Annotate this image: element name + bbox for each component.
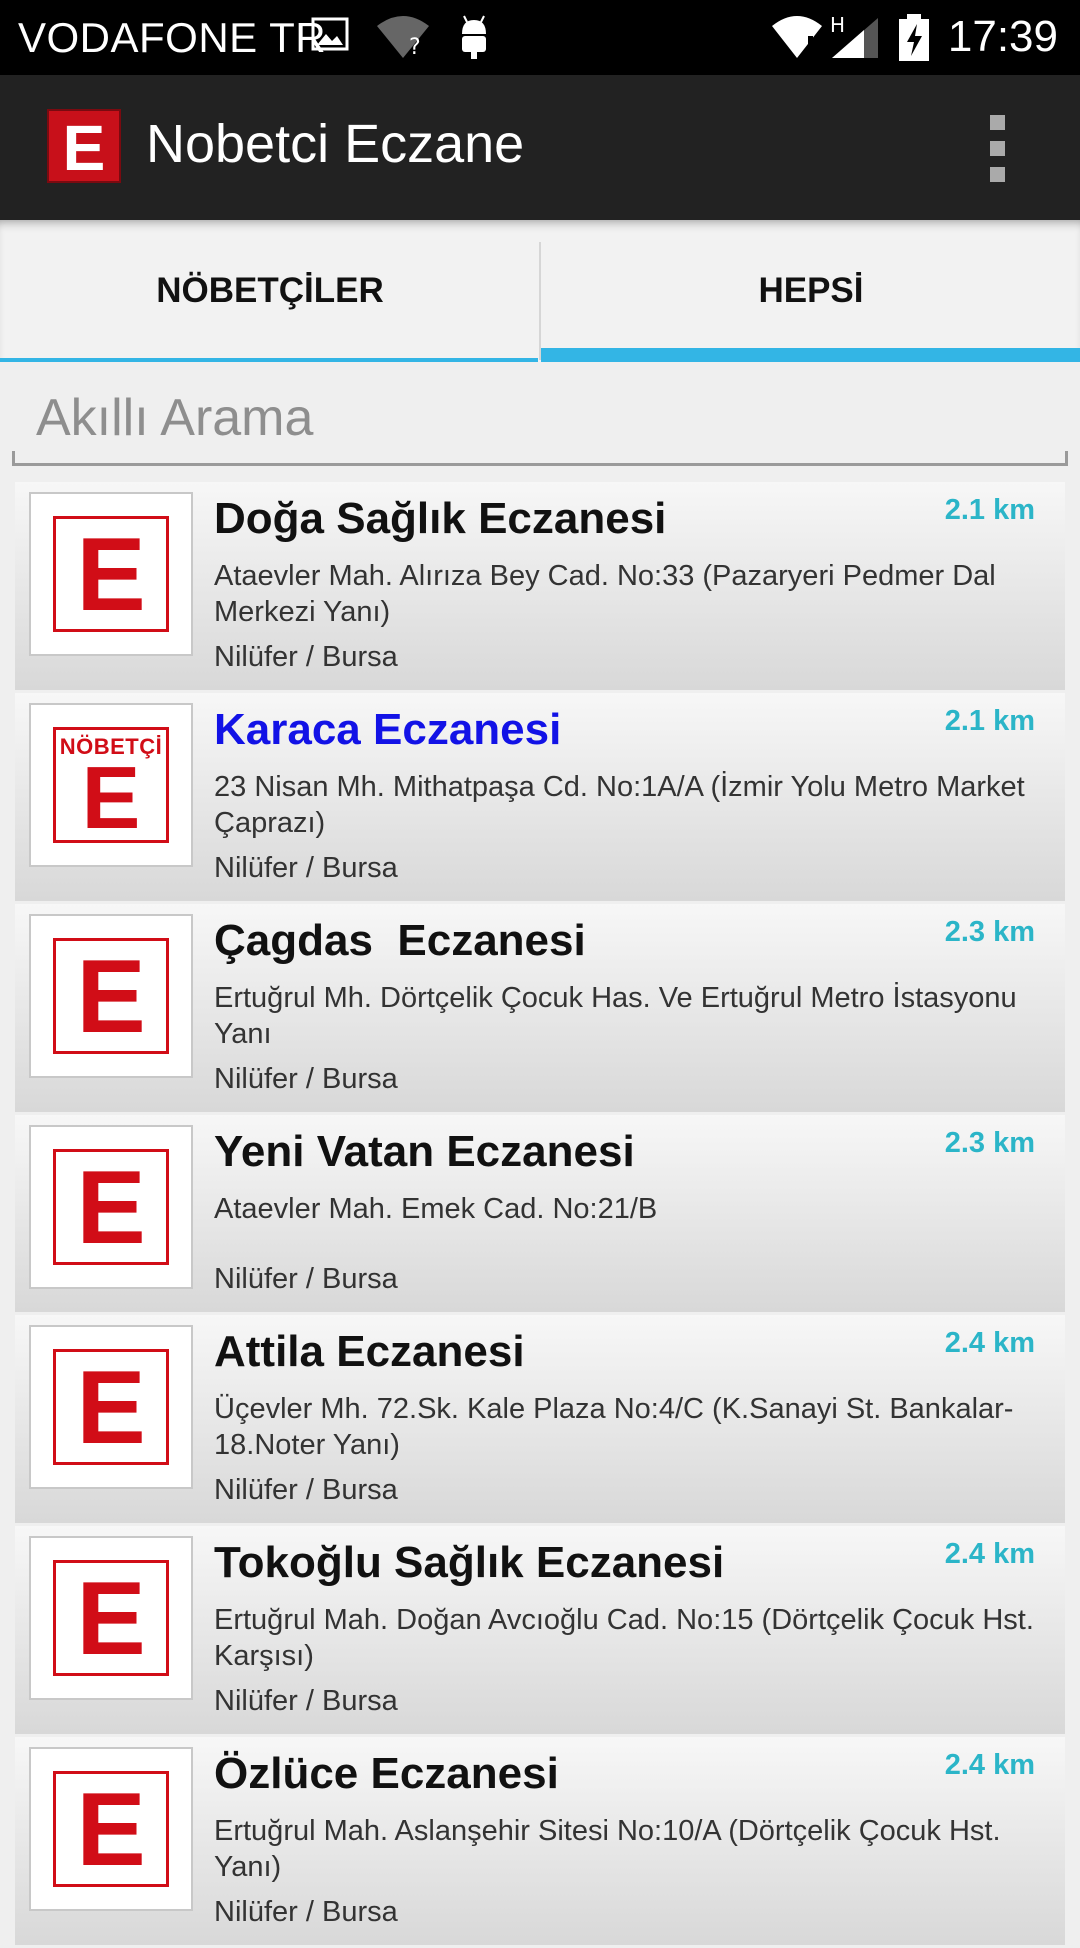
pharmacy-city: Nilüfer / Bursa [214,1263,398,1295]
distance-label: 2.4 km [944,1538,1035,1570]
image-icon [310,14,350,59]
pharmacy-name: Attila Eczanesi [214,1327,525,1376]
pharmacy-address: Ertuğrul Mah. Doğan Avcıoğlu Cad. No:15 … [214,1604,1034,1672]
pharmacy-city: Nilüfer / Bursa [214,852,398,884]
pharmacy-city: Nilüfer / Bursa [214,1685,398,1717]
on-duty-pharmacy-logo-icon: NÖBETÇİ E [29,703,193,867]
tab-selected-indicator [541,348,1080,362]
pharmacy-list: E Doğa Sağlık Eczanesi 2.1 km Ataevler M… [15,482,1065,1948]
pharmacy-logo-icon: E [29,1125,193,1289]
status-bar: VODAFONE TR ? H 17:39 [0,0,1080,75]
list-item[interactable]: E Çagdas Eczanesi 2.3 km Ertuğrul Mh. Dö… [15,904,1065,1112]
svg-text:H: H [830,14,845,37]
tab-bar: NÖBETÇİLER HEPSİ [0,220,1080,362]
pharmacy-name: Tokoğlu Sağlık Eczanesi [214,1538,725,1587]
list-item[interactable]: NÖBETÇİ E Karaca Eczanesi 2.1 km 23 Nisa… [15,693,1065,901]
pharmacy-logo-icon: E [29,492,193,656]
distance-label: 2.3 km [944,916,1035,948]
app-logo[interactable]: E [47,109,121,184]
pharmacy-city: Nilüfer / Bursa [214,1896,398,1928]
signal-icon: H [828,13,890,65]
list-item[interactable]: E Doğa Sağlık Eczanesi 2.1 km Ataevler M… [15,482,1065,690]
tab-nobetciler[interactable]: NÖBETÇİLER [0,220,540,362]
pharmacy-name: Yeni Vatan Eczanesi [214,1127,635,1176]
pharmacy-name: Doğa Sağlık Eczanesi [214,494,667,543]
battery-charging-icon [898,14,930,67]
android-icon [454,14,494,65]
on-duty-label: NÖBETÇİ [59,734,163,759]
pharmacy-name: Özlüce Eczanesi [214,1749,559,1798]
list-item[interactable]: E Yeni Vatan Eczanesi 2.3 km Ataevler Ma… [15,1115,1065,1312]
distance-label: 2.3 km [944,1127,1035,1159]
tab-hepsi[interactable]: HEPSİ [541,220,1080,362]
overflow-menu-icon[interactable] [982,115,1012,185]
search-bar [12,378,1068,466]
pharmacy-address: 23 Nisan Mh. Mithatpaşa Cd. No:1A/A (İzm… [214,771,1025,839]
pharmacy-city: Nilüfer / Bursa [214,1474,398,1506]
distance-label: 2.1 km [944,494,1035,526]
carrier-name: VODAFONE TR [18,14,327,61]
pharmacy-name: Karaca Eczanesi [214,705,562,754]
pharmacy-logo-icon: E [29,1325,193,1489]
pharmacy-city: Nilüfer / Bursa [214,641,398,673]
svg-text:?: ? [409,35,421,60]
distance-label: 2.1 km [944,705,1035,737]
app-title: Nobetci Eczane [146,114,525,174]
pharmacy-city: Nilüfer / Bursa [214,1063,398,1095]
pharmacy-address: Ataevler Mah. Alırıza Bey Cad. No:33 (Pa… [214,560,996,628]
wifi-unknown-icon: ? [375,14,431,65]
distance-label: 2.4 km [944,1327,1035,1359]
list-item[interactable]: E Attila Eczanesi 2.4 km Üçevler Mh. 72.… [15,1315,1065,1523]
pharmacy-address: Ertuğrul Mh. Dörtçelik Çocuk Has. Ve Ert… [214,982,1017,1050]
search-underline-tick [12,451,15,463]
pharmacy-logo-icon: E [29,914,193,1078]
pharmacy-address: Üçevler Mh. 72.Sk. Kale Plaza No:4/C (K.… [214,1393,1014,1461]
list-item[interactable]: E Tokoğlu Sağlık Eczanesi 2.4 km Ertuğru… [15,1526,1065,1734]
pharmacy-name: Çagdas Eczanesi [214,916,586,965]
clock: 17:39 [947,12,1058,61]
search-input[interactable] [12,378,1036,458]
pharmacy-address: Ertuğrul Mah. Aslanşehir Sitesi No:10/A … [214,1815,1001,1883]
search-underline-tick [1065,451,1068,463]
tab-underline [0,358,538,362]
wifi-icon [770,14,824,65]
distance-label: 2.4 km [944,1749,1035,1781]
action-bar: E Nobetci Eczane [0,75,1080,220]
pharmacy-logo-icon: E [29,1536,193,1700]
pharmacy-logo-icon: E [29,1747,193,1911]
pharmacy-address: Ataevler Mah. Emek Cad. No:21/B [214,1193,658,1225]
list-item[interactable]: E Özlüce Eczanesi 2.4 km Ertuğrul Mah. A… [15,1737,1065,1945]
